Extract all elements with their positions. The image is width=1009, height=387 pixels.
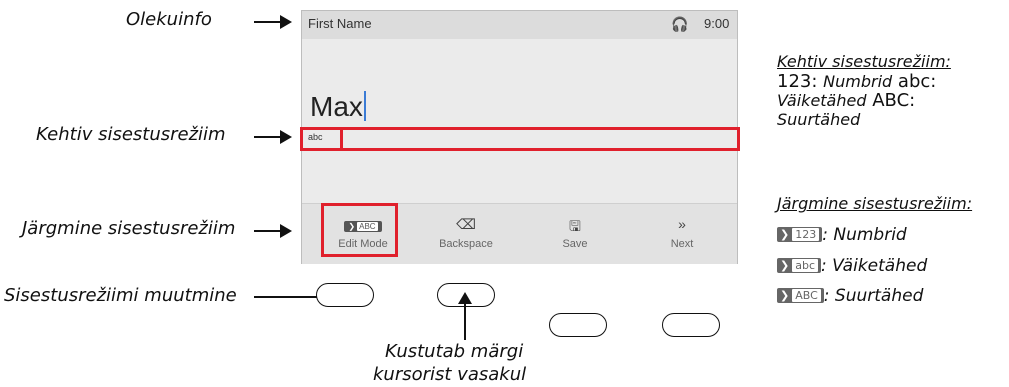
mode-line-highlight <box>340 127 740 151</box>
current-mode-list: 123: Numbrid abc: Väiketähed ABC: Suurtä… <box>777 71 937 129</box>
backspace-icon: ⌫ <box>456 216 476 232</box>
next-mode-key-icon: ❯ ABC <box>777 288 824 303</box>
edit-mode-highlight <box>321 203 398 257</box>
backspace-arrow-shaft <box>464 300 466 340</box>
next-mode-heading: Järgmine sisestusrežiim: <box>777 194 973 213</box>
next-mode-callout: Järgmine sisestusrežiim <box>22 218 236 239</box>
screen-title: First Name <box>308 16 372 31</box>
headset-icon: 🎧 <box>671 16 689 32</box>
name-input[interactable]: Max <box>310 91 366 123</box>
current-mode-heading: Kehtiv sisestusrežiim: <box>777 52 951 71</box>
softkey-label: Backspace <box>439 238 493 250</box>
next-mode-row: ❯ abc: Väiketähed <box>777 256 927 276</box>
status-info-callout: Olekuinfo <box>126 9 212 30</box>
name-input-value: Max <box>310 91 363 122</box>
hardware-key-1[interactable] <box>316 283 374 307</box>
save-icon: 🖫 <box>569 218 581 234</box>
softkey-next[interactable]: » Next <box>632 204 732 264</box>
current-mode-code: ABC <box>872 90 910 111</box>
current-mode-callout: Kehtiv sisestusrežiim <box>36 124 226 145</box>
next-mode-arrow <box>254 224 292 238</box>
next-mode-desc: Suurtähed <box>834 286 924 306</box>
current-mode-code: 123 <box>777 71 812 92</box>
next-mode-key-icon: ❯ 123 <box>777 227 823 242</box>
delete-char-callout-line1: Kustutab märgi <box>385 341 524 362</box>
current-mode-desc: Väiketähed <box>777 91 867 110</box>
delete-char-callout-line2: kursorist vasakul <box>373 364 527 385</box>
hardware-key-4[interactable] <box>662 313 720 337</box>
backspace-arrow-head <box>458 292 472 304</box>
mode-indicator-highlight <box>300 127 343 151</box>
clock: 9:00 <box>704 16 730 31</box>
softkey-save[interactable]: 🖫 Save <box>525 204 625 264</box>
hardware-key-3[interactable] <box>549 313 607 337</box>
status-bar: First Name 🎧 9:00 <box>302 11 737 39</box>
current-mode-desc: Suurtähed <box>777 110 861 129</box>
current-mode-arrow <box>254 130 292 144</box>
current-mode-desc: Numbrid <box>823 72 893 91</box>
current-mode-code: abc <box>897 71 931 92</box>
next-mode-desc: Väiketähed <box>832 256 928 276</box>
next-icon: » <box>678 216 686 232</box>
next-mode-row: ❯ ABC: Suurtähed <box>777 286 923 306</box>
next-mode-key-icon: ❯ abc <box>777 258 821 273</box>
status-info-arrow <box>254 15 292 29</box>
softkey-backspace[interactable]: ⌫ Backspace <box>416 204 516 264</box>
change-mode-callout: Sisestusrežiimi muutmine <box>4 285 237 306</box>
softkey-label: Next <box>670 238 694 250</box>
text-cursor <box>363 91 366 121</box>
softkey-label: Save <box>562 238 588 250</box>
next-mode-desc: Numbrid <box>833 225 907 245</box>
next-mode-row: ❯ 123: Numbrid <box>777 225 907 245</box>
